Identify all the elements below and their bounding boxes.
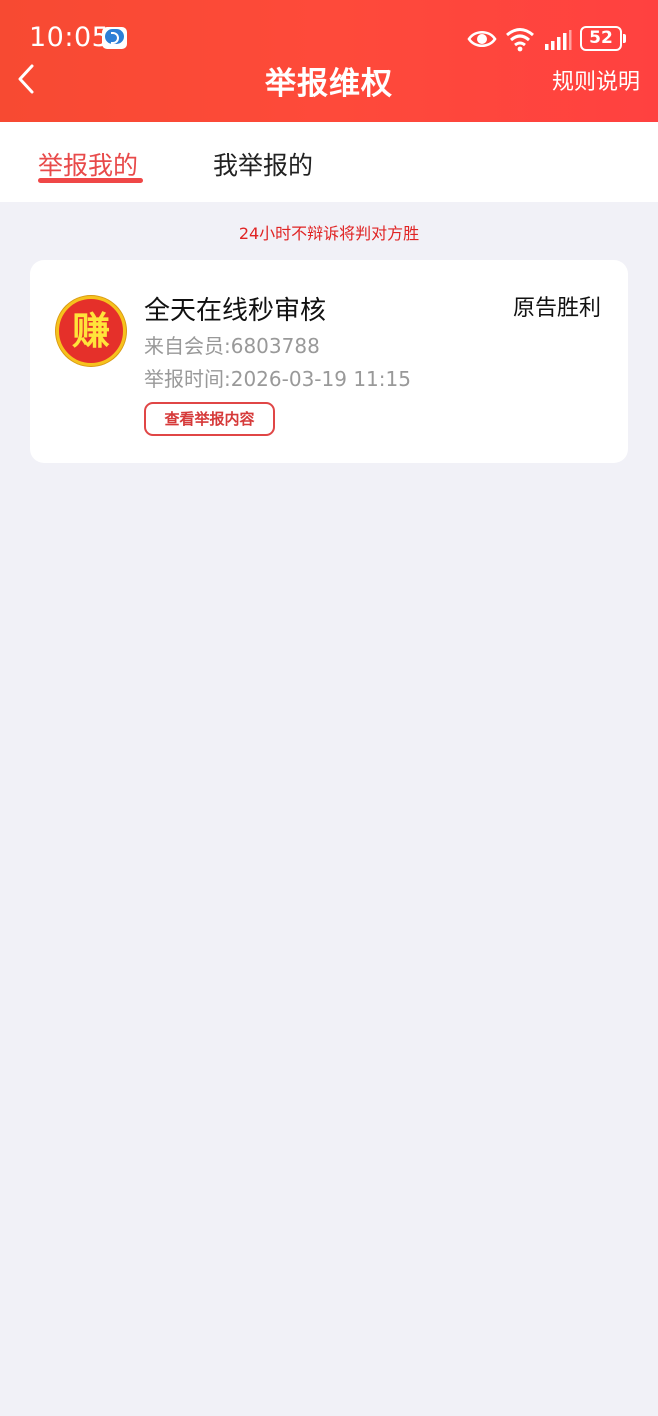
tab-reported-me[interactable]: 举报我的 (38, 146, 138, 182)
battery-icon: 52 (580, 26, 622, 51)
report-member: 来自会员:6803788 (144, 334, 320, 358)
tab-my-reports[interactable]: 我举报的 (213, 146, 313, 182)
wifi-icon (506, 28, 534, 52)
status-time: 10:05 (29, 22, 110, 53)
tab-indicator (38, 178, 143, 183)
report-result: 原告胜利 (512, 296, 601, 321)
battery-tip (623, 34, 626, 43)
avatar-char: 赚 (71, 308, 110, 353)
avatar: 赚 (56, 296, 126, 366)
app-badge-icon (102, 27, 127, 49)
view-report-button[interactable]: 查看举报内容 (144, 402, 275, 436)
signal-icon (545, 30, 572, 50)
status-bar: 10:05 52 (0, 0, 658, 62)
report-card[interactable]: 赚 全天在线秒审核 原告胜利 来自会员:6803788 举报时间:2026-03… (30, 260, 628, 463)
app-header: 10:05 52 举报维权 规则说明 (0, 0, 658, 122)
notice-text: 24小时不辩诉将判对方胜 (238, 224, 420, 243)
tab-bar: 举报我的 我举报的 (0, 122, 658, 202)
eye-icon (467, 30, 497, 48)
report-title: 全天在线秒审核 (144, 296, 327, 326)
rules-link[interactable]: 规则说明 (552, 64, 640, 96)
report-time: 举报时间:2026-03-19 11:15 (144, 367, 411, 391)
